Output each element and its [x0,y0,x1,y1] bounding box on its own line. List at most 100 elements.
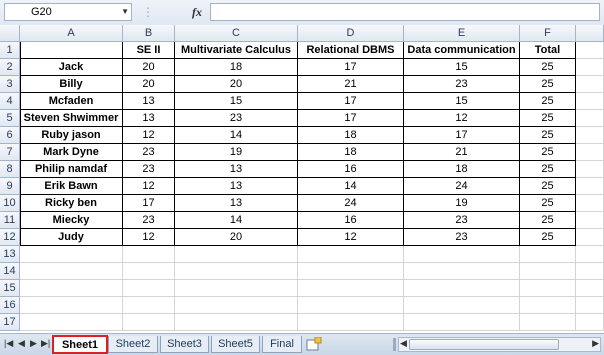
table-cell[interactable]: 21 [404,144,520,161]
table-cell[interactable]: 15 [404,59,520,76]
empty-cell[interactable] [175,263,298,280]
row-header-13[interactable]: 13 [0,246,20,263]
empty-cell[interactable] [576,263,604,280]
empty-cell[interactable] [576,314,604,331]
table-cell[interactable]: 13 [123,93,175,110]
empty-cell[interactable] [175,314,298,331]
empty-cell[interactable] [576,246,604,263]
table-cell[interactable]: 17 [298,93,404,110]
table-cell[interactable]: 18 [298,144,404,161]
empty-cell[interactable] [520,314,576,331]
column-header-e[interactable]: E [404,25,520,42]
chevron-down-icon[interactable]: ▼ [121,7,129,16]
empty-cell[interactable] [576,59,604,76]
sheet-tab-sheet1[interactable]: Sheet1 [52,335,108,354]
empty-cell[interactable] [576,42,604,59]
first-sheet-icon[interactable]: |◀ [4,338,13,349]
row-header-14[interactable]: 14 [0,263,20,280]
table-cell[interactable]: 23 [123,161,175,178]
empty-cell[interactable] [576,93,604,110]
empty-cell[interactable] [576,212,604,229]
table-cell[interactable]: 20 [123,59,175,76]
scrollbar-thumb[interactable] [409,339,559,350]
row-header-5[interactable]: 5 [0,110,20,127]
empty-cell[interactable] [175,280,298,297]
table-cell[interactable]: 25 [520,212,576,229]
empty-cell[interactable] [576,76,604,93]
tab-split-handle[interactable] [393,338,396,351]
empty-cell[interactable] [123,246,175,263]
column-header-d[interactable]: D [298,25,404,42]
column-header-b[interactable]: B [123,25,175,42]
table-cell[interactable]: 25 [520,127,576,144]
empty-cell[interactable] [404,314,520,331]
empty-cell[interactable] [576,110,604,127]
table-header-cell[interactable] [20,42,123,59]
table-cell[interactable]: 25 [520,144,576,161]
table-cell[interactable]: 16 [298,212,404,229]
table-cell[interactable]: 15 [175,93,298,110]
table-cell[interactable]: 21 [298,76,404,93]
table-cell[interactable]: 20 [175,229,298,246]
table-header-cell[interactable]: Total [520,42,576,59]
table-cell[interactable]: 14 [175,127,298,144]
empty-cell[interactable] [576,178,604,195]
empty-cell[interactable] [404,263,520,280]
row-header-15[interactable]: 15 [0,280,20,297]
table-cell[interactable]: Mark Dyne [20,144,123,161]
table-cell[interactable]: 17 [298,59,404,76]
table-cell[interactable]: Philip namdaf [20,161,123,178]
table-cell[interactable]: 25 [520,110,576,127]
table-header-cell[interactable]: Relational DBMS [298,42,404,59]
table-cell[interactable]: 14 [175,212,298,229]
table-cell[interactable]: 18 [404,161,520,178]
table-cell[interactable]: 20 [123,76,175,93]
scroll-left-icon[interactable]: ◀ [400,338,407,349]
table-cell[interactable]: 19 [404,195,520,212]
row-header-8[interactable]: 8 [0,161,20,178]
table-cell[interactable]: 18 [175,59,298,76]
table-cell[interactable]: 25 [520,178,576,195]
empty-cell[interactable] [576,161,604,178]
prev-sheet-icon[interactable]: ◀ [18,338,25,349]
table-cell[interactable]: 23 [404,76,520,93]
table-cell[interactable]: 25 [520,229,576,246]
empty-cell[interactable] [20,297,123,314]
table-cell[interactable]: Ruby jason [20,127,123,144]
sheet-tab-sheet2[interactable]: Sheet2 [108,336,158,353]
table-cell[interactable]: 20 [175,76,298,93]
table-cell[interactable]: 12 [123,178,175,195]
table-cell[interactable]: 19 [175,144,298,161]
table-cell[interactable]: 13 [175,178,298,195]
table-cell[interactable]: 25 [520,76,576,93]
table-cell[interactable]: 13 [123,110,175,127]
empty-cell[interactable] [520,297,576,314]
row-header-12[interactable]: 12 [0,229,20,246]
table-cell[interactable]: 12 [123,127,175,144]
empty-cell[interactable] [520,263,576,280]
scroll-right-icon[interactable]: ▶ [592,338,599,349]
next-sheet-icon[interactable]: ▶ [30,338,37,349]
empty-cell[interactable] [576,229,604,246]
drag-handle-icon[interactable]: ⋮ [142,5,154,19]
table-cell[interactable]: 15 [404,93,520,110]
empty-cell[interactable] [520,280,576,297]
empty-cell[interactable] [298,297,404,314]
empty-cell[interactable] [298,246,404,263]
empty-cell[interactable] [576,297,604,314]
empty-cell[interactable] [298,314,404,331]
row-header-17[interactable]: 17 [0,314,20,331]
empty-cell[interactable] [175,297,298,314]
row-header-4[interactable]: 4 [0,93,20,110]
table-cell[interactable]: 23 [123,144,175,161]
table-cell[interactable]: 23 [404,212,520,229]
table-cell[interactable]: 18 [298,127,404,144]
insert-sheet-icon[interactable] [306,337,322,351]
column-header-f[interactable]: F [520,25,576,42]
table-cell[interactable]: Ricky ben [20,195,123,212]
table-cell[interactable]: 23 [404,229,520,246]
sheet-tab-sheet3[interactable]: Sheet3 [160,336,209,353]
empty-cell[interactable] [123,263,175,280]
table-cell[interactable]: 17 [123,195,175,212]
table-cell[interactable]: Steven Shwimmer [20,110,123,127]
